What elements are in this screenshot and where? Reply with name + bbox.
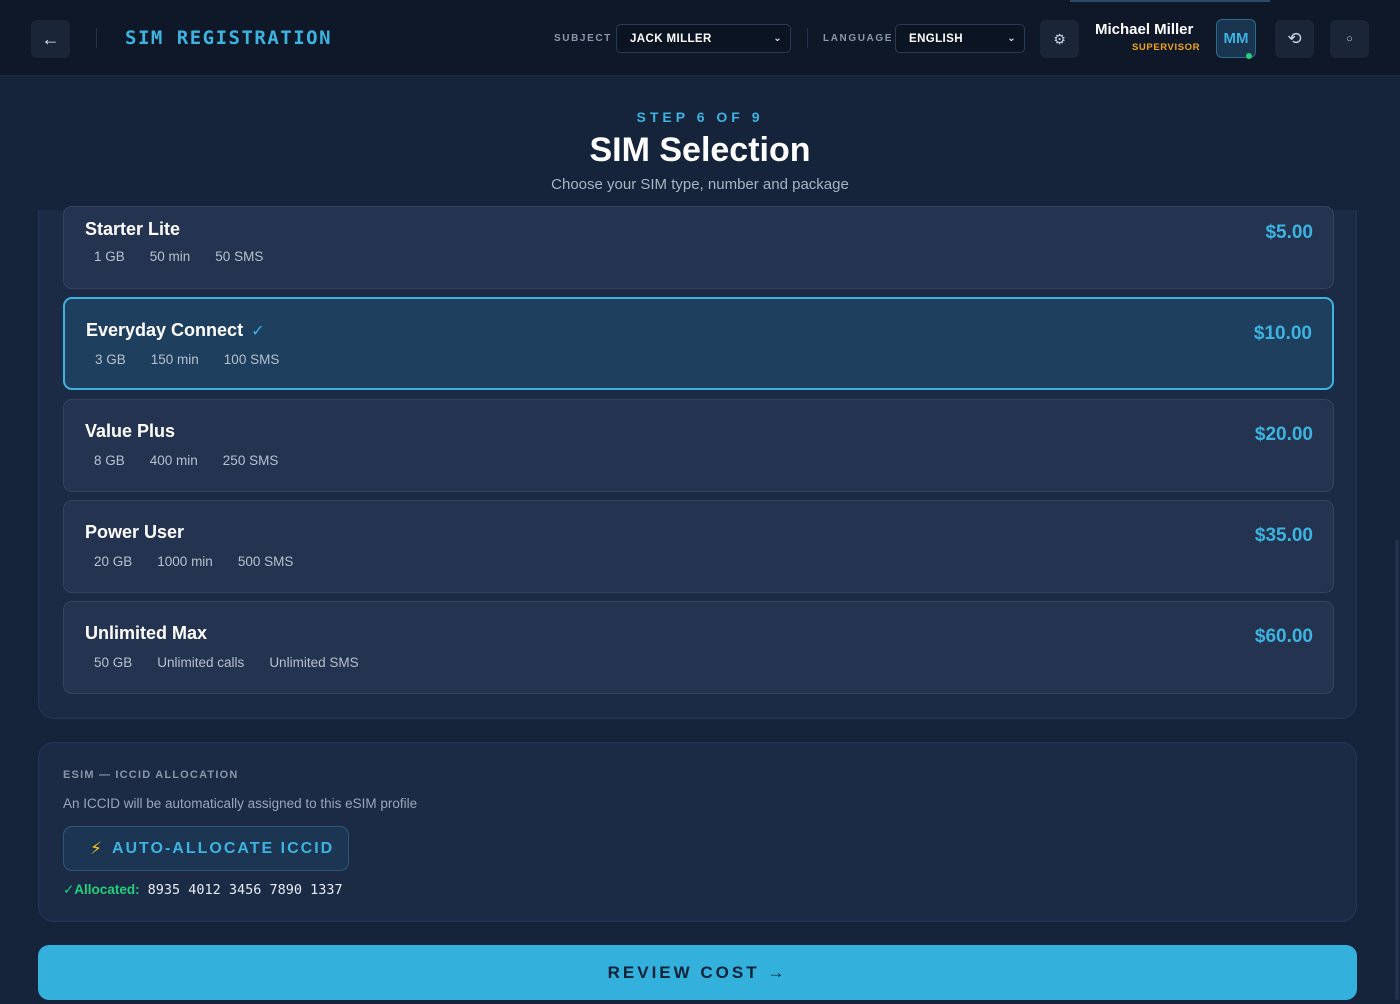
package-sms: 250 SMS (222, 453, 279, 468)
history-button[interactable]: ⟲ (1275, 20, 1314, 58)
package-name: Starter Lite (85, 219, 181, 239)
package-option-everyday-connect[interactable]: Everyday Connect ✓ 3 GB 150 min 100 SMS $… (63, 297, 1334, 390)
arrow-left-icon: ← (41, 28, 60, 49)
scrollbar-thumb[interactable] (1395, 540, 1399, 1000)
back-button[interactable]: ← (31, 20, 70, 58)
subject-select-value: JACK MILLER (630, 32, 712, 45)
package-price: $20.00 (1254, 424, 1313, 445)
package-data: 20 GB (94, 554, 133, 569)
settings-button[interactable]: ⚙ (1040, 20, 1079, 58)
package-minutes: Unlimited calls (157, 655, 245, 670)
app-title: SIM REGISTRATION (125, 27, 333, 49)
package-name: Unlimited Max (85, 623, 208, 643)
user-name: Michael Miller (1095, 21, 1194, 38)
step-indicator: STEP 6 OF 9 (636, 109, 764, 125)
esim-description: An ICCID will be automatically assigned … (63, 796, 418, 811)
iccid-value: 8935 4012 3456 7890 1337 (147, 882, 343, 898)
package-specs: 20 GB 1000 min 500 SMS (94, 554, 293, 569)
check-icon: ✓ (251, 323, 265, 340)
package-price: $35.00 (1254, 525, 1313, 546)
package-option-value-plus[interactable]: Value Plus 8 GB 400 min 250 SMS $20.00 (63, 399, 1334, 492)
package-option-starter-lite[interactable]: Starter Lite 1 GB 50 min 50 SMS $5.00 (63, 206, 1334, 289)
package-minutes: 400 min (149, 453, 198, 468)
allocated-label: ✓Allocated: (63, 882, 140, 897)
package-minutes: 150 min (150, 352, 199, 367)
package-data: 8 GB (94, 453, 125, 468)
subject-label: SUBJECT (554, 33, 612, 44)
gear-icon: ⚙ (1053, 30, 1066, 47)
topbar-accent-line (1070, 0, 1270, 2)
package-option-power-user[interactable]: Power User 20 GB 1000 min 500 SMS $35.00 (63, 500, 1334, 593)
chevron-down-icon: ⌄ (1007, 33, 1016, 44)
package-sms: 500 SMS (237, 554, 294, 569)
package-name: Value Plus (85, 421, 176, 441)
package-data: 1 GB (94, 249, 125, 264)
history-icon: ⟲ (1287, 29, 1302, 48)
circle-icon: ○ (1346, 33, 1353, 45)
package-price: $10.00 (1253, 323, 1312, 344)
package-name-text: Everyday Connect (86, 320, 244, 340)
review-cost-label: REVIEW COST → (607, 962, 788, 982)
avatar-initials: MM (1223, 30, 1249, 47)
package-minutes: 1000 min (157, 554, 213, 569)
avatar[interactable]: MM (1216, 19, 1256, 59)
page-title: SIM Selection (589, 131, 811, 169)
package-name: Everyday Connect ✓ (86, 320, 264, 341)
step-header: STEP 6 OF 9 SIM Selection Choose your SI… (0, 77, 1400, 210)
lightning-icon: ⚡ (90, 838, 102, 858)
header-divider (807, 28, 808, 48)
subject-select[interactable]: JACK MILLER ⌄ (616, 24, 791, 53)
allocation-status: ✓Allocated: 8935 4012 3456 7890 1337 (63, 882, 343, 898)
package-specs: 8 GB 400 min 250 SMS (94, 453, 278, 468)
language-label: LANGUAGE (823, 33, 894, 44)
package-sms: 100 SMS (223, 352, 280, 367)
package-price: $5.00 (1265, 222, 1313, 243)
top-bar: ← SIM REGISTRATION SUBJECT JACK MILLER ⌄… (0, 0, 1400, 76)
language-select[interactable]: ENGLISH ⌄ (895, 24, 1025, 53)
package-price: $60.00 (1254, 626, 1313, 647)
package-minutes: 50 min (149, 249, 191, 264)
package-option-unlimited-max[interactable]: Unlimited Max 50 GB Unlimited calls Unli… (63, 601, 1334, 694)
chevron-down-icon: ⌄ (773, 33, 782, 44)
language-select-value: ENGLISH (909, 32, 963, 45)
package-sms: 50 SMS (215, 249, 264, 264)
package-sms: Unlimited SMS (269, 655, 359, 670)
online-status-dot (1246, 53, 1252, 59)
auto-allocate-label: AUTO-ALLOCATE ICCID (111, 839, 335, 857)
more-button[interactable]: ○ (1330, 20, 1369, 58)
page-subtitle: Choose your SIM type, number and package (551, 176, 849, 193)
package-list-panel: Starter Lite 1 GB 50 min 50 SMS $5.00 Ev… (38, 206, 1357, 719)
package-specs: 3 GB 150 min 100 SMS (95, 352, 279, 367)
package-specs: 1 GB 50 min 50 SMS (94, 249, 263, 264)
package-data: 3 GB (95, 352, 126, 367)
package-name: Power User (85, 522, 185, 542)
user-role: SUPERVISOR (1132, 42, 1201, 53)
esim-section-title: ESIM — ICCID ALLOCATION (63, 769, 239, 781)
package-specs: 50 GB Unlimited calls Unlimited SMS (94, 655, 359, 670)
review-cost-button[interactable]: REVIEW COST → (38, 945, 1357, 1000)
header-divider (96, 28, 97, 48)
auto-allocate-iccid-button[interactable]: ⚡ AUTO-ALLOCATE ICCID (63, 826, 349, 871)
esim-allocation-panel: ESIM — ICCID ALLOCATION An ICCID will be… (38, 742, 1357, 922)
package-data: 50 GB (94, 655, 133, 670)
